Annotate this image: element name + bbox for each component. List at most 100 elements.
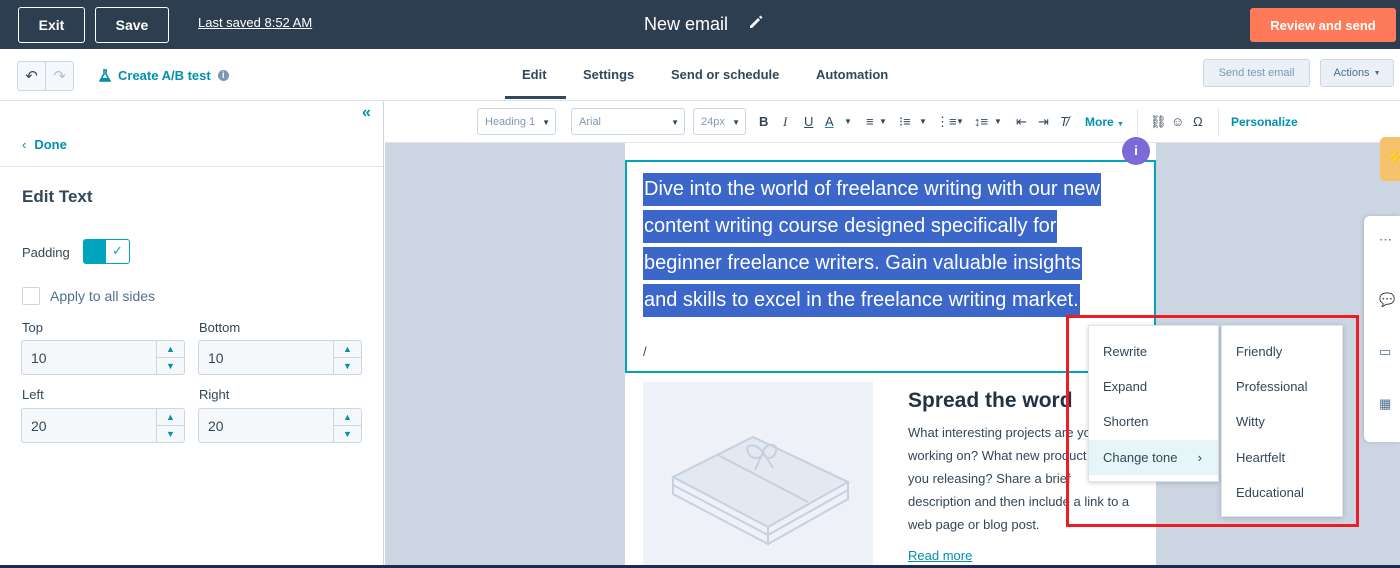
documents-illustration-icon (670, 435, 851, 546)
image-placeholder[interactable] (643, 382, 873, 568)
undo-icon[interactable]: ↶ (18, 62, 45, 90)
active-tab-indicator (505, 96, 566, 99)
toggle-fill (84, 240, 106, 263)
caret-down-icon[interactable]: ▼ (956, 117, 964, 126)
stepper-arrows: ▲ ▼ (156, 341, 184, 374)
line-height-icon[interactable]: ↕≡ (974, 114, 988, 129)
font-size-value: 24px (701, 116, 725, 128)
apply-all-sides-checkbox[interactable] (22, 287, 40, 305)
create-ab-test-button[interactable]: Create A/B test i (99, 68, 229, 83)
link-icon[interactable]: ⛓ (1150, 114, 1167, 130)
actions-dropdown[interactable]: Actions ▼ (1320, 59, 1394, 87)
top-bar: Exit Save Last saved 8:52 AM New email R… (0, 0, 1400, 49)
chevron-left-icon: ‹ (22, 137, 27, 152)
selected-text-line[interactable]: content writing course designed specific… (643, 210, 1058, 243)
send-test-email-button[interactable]: Send test email (1203, 59, 1310, 87)
emoji-icon[interactable]: ☺ (1171, 114, 1184, 129)
tab-automation[interactable]: Automation (816, 67, 888, 82)
spread-title[interactable]: Spread the word (908, 389, 1073, 413)
chevron-down-icon[interactable]: ▼ (157, 425, 184, 441)
italic-icon[interactable]: I (783, 114, 787, 130)
chevron-down-icon[interactable]: ▼ (334, 357, 361, 373)
rich-text-toolbar: Heading 1 ▼ Arial ▼ 24px ▼ B I U A ▼ ≡ ▼… (385, 101, 1400, 143)
read-more-link[interactable]: Read more (908, 548, 972, 563)
done-row: ‹ Done (0, 123, 383, 167)
slash-command-text[interactable]: / (643, 344, 647, 359)
highlight-annotation-frame (1066, 315, 1359, 527)
caret-down-icon[interactable]: ▼ (919, 117, 927, 126)
left-padding-stepper[interactable]: 20 ▲ ▼ (21, 408, 185, 443)
selected-text-line[interactable]: and skills to excel in the freelance wri… (643, 284, 1080, 317)
info-icon[interactable]: i (217, 70, 229, 81)
right-side-rail: ⋯ 💬 ▭ ▦ (1364, 216, 1400, 442)
chevron-up-icon[interactable]: ▲ (157, 341, 184, 357)
right-label: Right (199, 387, 230, 402)
right-padding-stepper[interactable]: 20 ▲ ▼ (198, 408, 362, 443)
bold-icon[interactable]: B (759, 114, 768, 129)
chat-icon[interactable]: 💬 (1379, 292, 1395, 308)
font-size-select[interactable]: 24px ▼ (693, 108, 746, 135)
clear-format-icon[interactable]: T̸ (1060, 114, 1068, 129)
bottom-padding-stepper[interactable]: 10 ▲ ▼ (198, 340, 362, 375)
check-icon: ✓ (112, 243, 123, 258)
font-family-select[interactable]: Arial ▼ (571, 108, 685, 135)
left-padding-value[interactable]: 20 (31, 418, 47, 434)
text-color-icon[interactable]: A (825, 114, 834, 129)
font-family-value: Arial (579, 116, 602, 128)
redo-icon[interactable]: ↷ (45, 62, 73, 90)
caret-down-icon: ▼ (1117, 121, 1124, 128)
top-padding-value[interactable]: 10 (31, 350, 47, 366)
caret-down-icon: ▼ (1373, 69, 1381, 77)
toolbar-divider (1218, 109, 1219, 135)
assistant-tab[interactable]: ⚡ (1380, 137, 1400, 181)
text-style-select[interactable]: Heading 1 ▼ (477, 108, 556, 135)
caret-down-icon[interactable]: ▼ (994, 117, 1002, 126)
chevron-up-icon[interactable]: ▲ (157, 409, 184, 425)
bullet-list-icon[interactable]: ⁝≡ (899, 114, 911, 130)
panel-title: Edit Text (22, 187, 93, 206)
caret-down-icon[interactable]: ▼ (844, 117, 852, 126)
chevron-up-icon[interactable]: ▲ (334, 409, 361, 425)
top-padding-stepper[interactable]: 10 ▲ ▼ (21, 340, 185, 375)
stepper-arrows: ▲ ▼ (156, 409, 184, 442)
exit-button[interactable]: Exit (18, 7, 85, 43)
last-saved-link[interactable]: Last saved 8:52 AM (198, 15, 312, 30)
align-icon[interactable]: ≡ (866, 114, 874, 129)
personalize-button[interactable]: Personalize (1231, 115, 1298, 129)
bottom-padding-value[interactable]: 10 (208, 350, 224, 366)
padding-toggle[interactable]: ✓ (83, 239, 130, 264)
left-label: Left (22, 387, 44, 402)
window-icon[interactable]: ▭ (1379, 344, 1391, 360)
ai-info-badge[interactable]: i (1122, 137, 1150, 165)
underline-icon[interactable]: U (804, 114, 813, 129)
selected-text-line[interactable]: Dive into the world of freelance writing… (643, 173, 1101, 206)
tab-send-or-schedule[interactable]: Send or schedule (671, 67, 779, 82)
bottom-label: Bottom (199, 320, 241, 335)
undo-redo-group: ↶ ↷ (17, 61, 74, 91)
numbered-list-icon[interactable]: ⋮≡ (936, 114, 957, 130)
save-button[interactable]: Save (95, 7, 169, 43)
tab-edit[interactable]: Edit (522, 67, 547, 82)
selected-text-line[interactable]: beginner freelance writers. Gain valuabl… (643, 247, 1082, 280)
grid-icon[interactable]: ⋯ (1379, 232, 1392, 248)
right-padding-value[interactable]: 20 (208, 418, 224, 434)
pencil-icon[interactable] (748, 14, 764, 30)
done-button[interactable]: ‹ Done (22, 137, 67, 152)
review-and-send-button[interactable]: Review and send (1250, 8, 1396, 42)
text-style-value: Heading 1 (485, 116, 536, 128)
stepper-arrows: ▲ ▼ (333, 409, 361, 442)
special-character-icon[interactable]: Ω (1193, 114, 1203, 129)
indent-icon[interactable]: ⇥ (1038, 114, 1049, 130)
tab-settings[interactable]: Settings (583, 67, 634, 82)
caret-down-icon[interactable]: ▼ (879, 117, 887, 126)
actions-label: Actions (1333, 67, 1370, 79)
chevron-down-icon[interactable]: ▼ (157, 357, 184, 373)
calendar-icon[interactable]: ▦ (1379, 396, 1391, 412)
chevron-down-icon[interactable]: ▼ (334, 425, 361, 441)
double-chevron-left-icon[interactable]: « (362, 104, 371, 122)
chevron-up-icon[interactable]: ▲ (334, 341, 361, 357)
outdent-icon[interactable]: ⇤ (1016, 114, 1027, 130)
more-dropdown[interactable]: More ▼ (1085, 115, 1124, 129)
apply-all-sides-label: Apply to all sides (50, 288, 156, 304)
ab-test-label: Create A/B test (118, 68, 211, 83)
